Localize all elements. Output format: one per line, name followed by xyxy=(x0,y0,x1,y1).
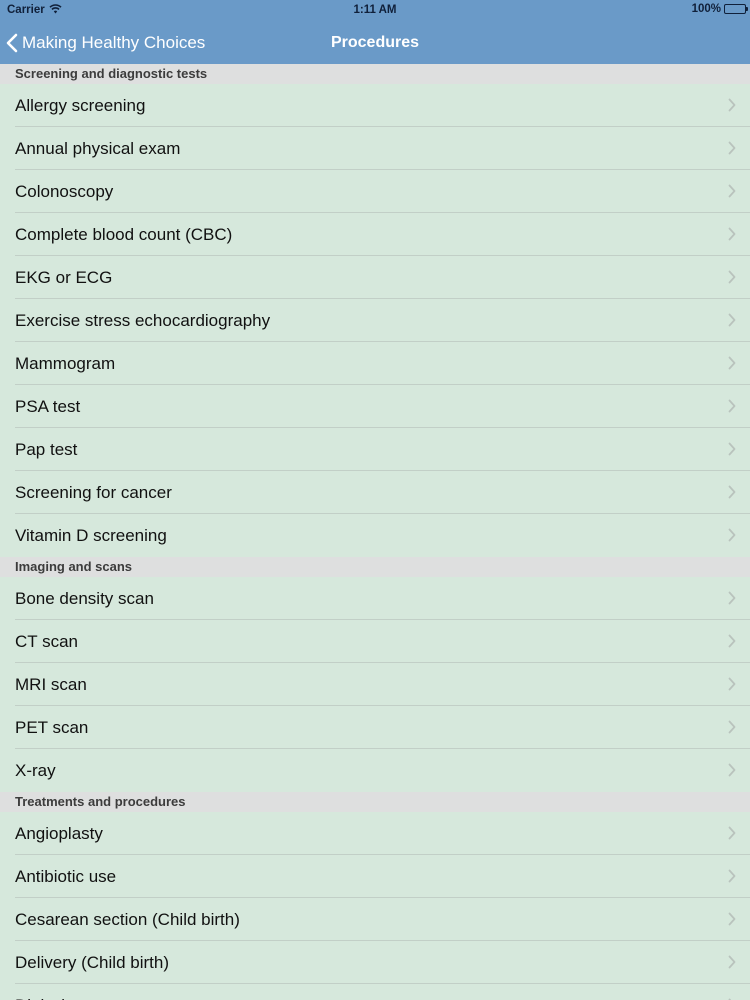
list-item-label: PET scan xyxy=(15,718,89,737)
chevron-left-icon xyxy=(6,33,18,53)
list-item[interactable]: Annual physical exam xyxy=(0,127,750,170)
list-item-label: X-ray xyxy=(15,761,56,780)
list-item-label: Bone density scan xyxy=(15,589,154,608)
list-item-label: Screening for cancer xyxy=(15,483,172,502)
list-item-label: Colonoscopy xyxy=(15,182,114,201)
list-item[interactable]: Exercise stress echocardiography xyxy=(0,299,750,342)
list-item[interactable]: Cesarean section (Child birth) xyxy=(0,898,750,941)
list-item-label: MRI scan xyxy=(15,675,87,694)
list-item[interactable]: Vitamin D screening xyxy=(0,514,750,557)
chevron-right-icon xyxy=(728,634,736,648)
list-item[interactable]: PET scan xyxy=(0,706,750,749)
chevron-right-icon xyxy=(728,227,736,241)
section-header: Imaging and scans xyxy=(0,557,750,577)
list-item-label: Dialysis xyxy=(15,984,74,1000)
chevron-right-icon xyxy=(728,955,736,969)
chevron-right-icon xyxy=(728,485,736,499)
chevron-right-icon xyxy=(728,720,736,734)
chevron-right-icon xyxy=(728,826,736,840)
list-item-label: Mammogram xyxy=(15,354,116,373)
battery-icon xyxy=(724,4,748,14)
list-item[interactable]: MRI scan xyxy=(0,663,750,706)
list-item-label: Vitamin D screening xyxy=(15,526,167,545)
chevron-right-icon xyxy=(728,141,736,155)
chevron-right-icon xyxy=(728,184,736,198)
list-item[interactable]: Bone density scan xyxy=(0,577,750,620)
list-item-label: Pap test xyxy=(15,440,78,459)
chevron-right-icon xyxy=(728,528,736,542)
list-item-label: Exercise stress echocardiography xyxy=(15,311,271,330)
procedures-list[interactable]: Screening and diagnostic tests Allergy sc… xyxy=(0,64,750,1000)
chevron-right-icon xyxy=(728,869,736,883)
list-item-label: PSA test xyxy=(15,397,81,416)
list-item[interactable]: CT scan xyxy=(0,620,750,663)
app-screen: Carrier 1:11 AM 100% Making Healthy Choi… xyxy=(0,0,750,1000)
chevron-right-icon xyxy=(728,677,736,691)
chevron-right-icon xyxy=(728,270,736,284)
list-item[interactable]: Antibiotic use xyxy=(0,855,750,898)
battery-percent: 100% xyxy=(691,3,721,15)
list-item[interactable]: Delivery (Child birth) xyxy=(0,941,750,984)
back-button[interactable]: Making Healthy Choices xyxy=(6,22,205,64)
list-item[interactable]: Dialysis xyxy=(0,984,750,1000)
chevron-right-icon xyxy=(728,763,736,777)
list-item[interactable]: Pap test xyxy=(0,428,750,471)
chevron-right-icon xyxy=(728,442,736,456)
list-item-label: Cesarean section (Child birth) xyxy=(15,910,240,929)
status-bar: Carrier 1:11 AM 100% xyxy=(0,0,750,22)
list-item-label: Antibiotic use xyxy=(15,867,117,886)
top-bar: Carrier 1:11 AM 100% Making Healthy Choi… xyxy=(0,0,750,64)
list-item-label: Complete blood count (CBC) xyxy=(15,225,233,244)
chevron-right-icon xyxy=(728,399,736,413)
list-item[interactable]: X-ray xyxy=(0,749,750,792)
list-item-label: CT scan xyxy=(15,632,78,651)
chevron-right-icon xyxy=(728,313,736,327)
list-item[interactable]: Mammogram xyxy=(0,342,750,385)
navigation-bar: Making Healthy Choices Procedures xyxy=(0,22,750,64)
list-item-label: Delivery (Child birth) xyxy=(15,953,169,972)
list-item[interactable]: Colonoscopy xyxy=(0,170,750,213)
back-button-label: Making Healthy Choices xyxy=(22,33,206,52)
list-item[interactable]: Screening for cancer xyxy=(0,471,750,514)
list-item[interactable]: Allergy screening xyxy=(0,84,750,127)
chevron-right-icon xyxy=(728,912,736,926)
list-item-label: Annual physical exam xyxy=(15,139,181,158)
chevron-right-icon xyxy=(728,356,736,370)
list-item-label: Allergy screening xyxy=(15,96,146,115)
list-item[interactable]: EKG or ECG xyxy=(0,256,750,299)
status-time: 1:11 AM xyxy=(353,4,397,16)
chevron-right-icon xyxy=(728,591,736,605)
list-item-label: EKG or ECG xyxy=(15,268,113,287)
list-item-label: Angioplasty xyxy=(15,824,103,843)
list-item[interactable]: PSA test xyxy=(0,385,750,428)
section-header: Screening and diagnostic tests xyxy=(0,64,750,84)
chevron-right-icon xyxy=(728,98,736,112)
list-item[interactable]: Complete blood count (CBC) xyxy=(0,213,750,256)
section-header: Treatments and procedures xyxy=(0,792,750,812)
list-item[interactable]: Angioplasty xyxy=(0,812,750,855)
battery-indicator: 100% xyxy=(691,3,748,15)
